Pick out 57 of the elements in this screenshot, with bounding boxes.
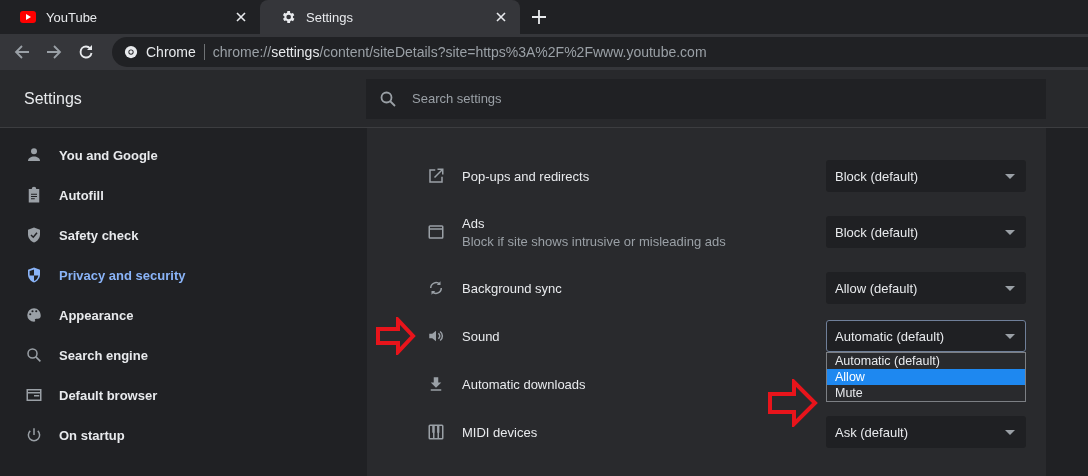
gear-icon [280, 9, 296, 25]
permission-dropdown[interactable]: Block (default) [826, 216, 1026, 248]
site-label: Chrome [146, 44, 196, 60]
permission-dropdown[interactable]: Block (default) [826, 160, 1026, 192]
search-icon [380, 90, 396, 107]
caret-icon [1005, 333, 1015, 339]
address-bar[interactable]: Chrome chrome://settings/content/siteDetails?site=https%3A%2F%2Fwww.youtube.com [112, 37, 1088, 67]
piano-keys-icon [427, 423, 445, 441]
sidebar-item[interactable]: Search engine [0, 335, 367, 375]
external-link-icon [427, 167, 445, 185]
permission-label: Automatic downloads [462, 376, 586, 392]
browser-tab[interactable]: YouTube [0, 0, 260, 34]
caret-icon [1005, 229, 1015, 235]
permission-label: Background sync [462, 280, 562, 296]
permission-label: Ads [462, 215, 485, 231]
permission-description: Block if site shows intrusive or misleading ads [462, 233, 726, 249]
permission-dropdown[interactable]: Ask (default) [826, 416, 1026, 448]
permission-dropdown[interactable]: Automatic (default) [826, 320, 1026, 352]
play-icon [20, 11, 36, 23]
caret-icon [1005, 429, 1015, 435]
shield-check-icon [25, 226, 43, 244]
sidebar-item[interactable]: Default browser [0, 375, 367, 415]
power-icon [25, 426, 43, 444]
person-icon [25, 146, 43, 164]
permission-label: Pop-ups and redirects [462, 168, 590, 184]
forward-icon[interactable] [46, 44, 62, 60]
page-title: Settings [23, 89, 83, 108]
palette-icon [25, 306, 43, 324]
sidebar-item[interactable]: On startup [0, 415, 367, 455]
browser-tab[interactable]: Settings [260, 0, 520, 34]
url-text: chrome://settings/content/siteDetails?site=https%3A%2F%2Fwww.youtube.com [212, 44, 707, 60]
sidebar-item[interactable]: You and Google [0, 135, 367, 175]
annotation-arrow [768, 379, 818, 427]
close-icon[interactable] [236, 12, 246, 22]
caret-icon [1005, 285, 1015, 291]
close-icon[interactable] [496, 12, 506, 22]
sidebar-item[interactable]: Autofill [0, 175, 367, 215]
dropdown-option[interactable]: Automatic (default) [827, 353, 1025, 369]
search-icon [25, 346, 43, 364]
window-icon [427, 223, 445, 241]
reload-icon[interactable] [78, 44, 94, 60]
shield-icon [25, 266, 43, 284]
search-field[interactable]: Search settings [366, 78, 1046, 119]
permission-dropdown[interactable]: Allow (default) [826, 272, 1026, 304]
sidebar-item[interactable]: Privacy and security [0, 255, 367, 295]
browser-window-icon [25, 386, 43, 404]
chrome-logo-icon [124, 45, 138, 59]
caret-icon [1005, 173, 1015, 179]
back-icon[interactable] [14, 44, 30, 60]
sidebar-item[interactable]: Appearance [0, 295, 367, 335]
permission-label: MIDI devices [462, 424, 538, 440]
new-tab-icon[interactable] [532, 10, 546, 24]
permission-label: Sound [462, 328, 500, 344]
dropdown-option[interactable]: Allow [827, 369, 1025, 385]
dropdown-option[interactable]: Mute [827, 385, 1025, 401]
sidebar-item[interactable]: Safety check [0, 215, 367, 255]
sync-icon [427, 279, 445, 297]
